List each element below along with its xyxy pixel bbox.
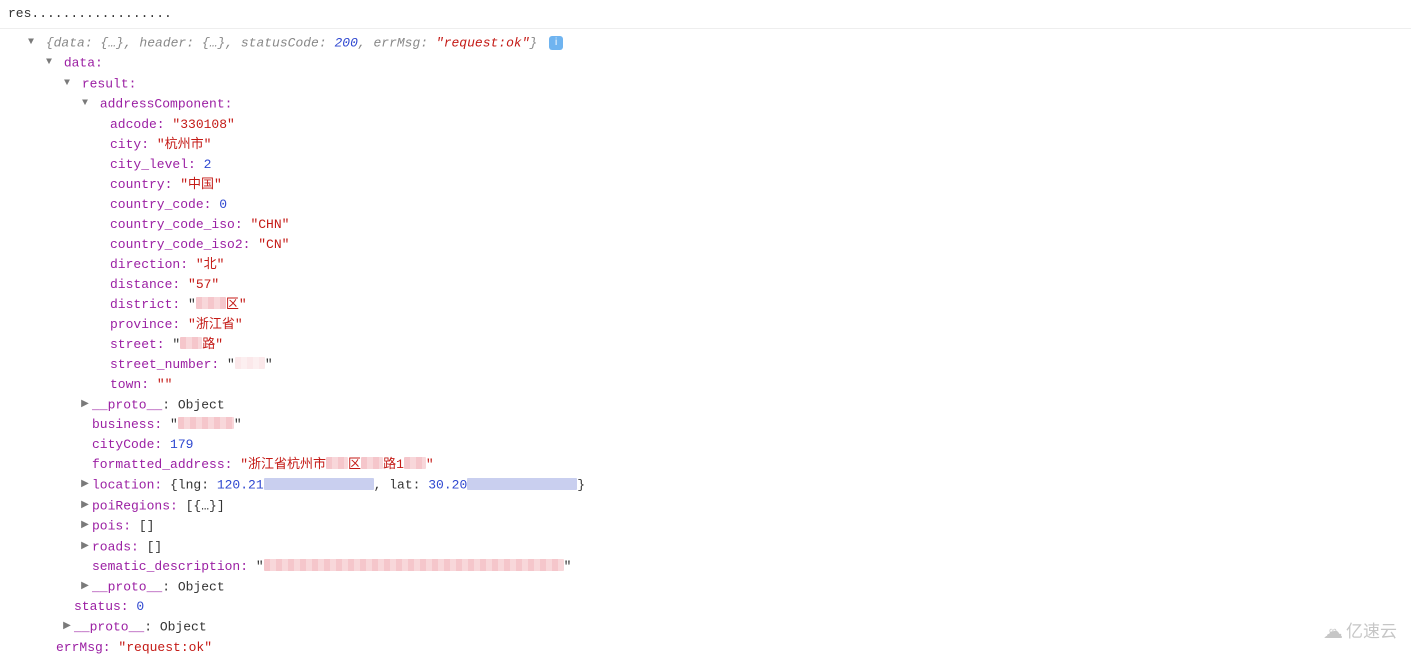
object-summary[interactable]: ▼ {data: {…}, header: {…}, statusCode: 2… (8, 33, 1403, 53)
prop-sematic: sematic_description: "" (8, 557, 1403, 577)
prop-country: country: "中国" (8, 175, 1403, 195)
prop-country-code: country_code: 0 (8, 195, 1403, 215)
chevron-right-icon[interactable]: ▶ (80, 475, 90, 495)
chevron-down-icon[interactable]: ▼ (44, 53, 54, 73)
prop-status: status: 0 (8, 597, 1403, 617)
chevron-right-icon[interactable]: ▶ (62, 617, 72, 637)
chevron-down-icon[interactable]: ▼ (62, 74, 72, 94)
prop-street: street: "路" (8, 335, 1403, 355)
redacted (264, 559, 564, 571)
prop-street-number: street_number: "" (8, 355, 1403, 375)
prop-town: town: "" (8, 375, 1403, 395)
prop-city-level: city_level: 2 (8, 155, 1403, 175)
prop-country-code-iso: country_code_iso: "CHN" (8, 215, 1403, 235)
redacted (361, 457, 383, 469)
prop-direction: direction: "北" (8, 255, 1403, 275)
prop-proto-result[interactable]: ▶__proto__: Object (8, 577, 1403, 597)
redacted (404, 457, 426, 469)
prop-adcode: adcode: "330108" (8, 115, 1403, 135)
prop-poiregions[interactable]: ▶poiRegions: [{…}] (8, 496, 1403, 516)
chevron-right-icon[interactable]: ▶ (80, 577, 90, 597)
prop-citycode: cityCode: 179 (8, 435, 1403, 455)
prop-roads[interactable]: ▶roads: [] (8, 537, 1403, 557)
chevron-right-icon[interactable]: ▶ (80, 496, 90, 516)
info-icon[interactable]: i (549, 36, 563, 50)
prop-proto[interactable]: ▶__proto__: Object (8, 395, 1403, 415)
prop-pois[interactable]: ▶pois: [] (8, 516, 1403, 536)
watermark: ☁ 亿速云 (1323, 622, 1397, 642)
prop-district: district: "区" (8, 295, 1403, 315)
chevron-down-icon[interactable]: ▼ (80, 94, 90, 114)
prop-city: city: "杭州市" (8, 135, 1403, 155)
divider (0, 28, 1411, 29)
cloud-icon: ☁ (1323, 622, 1343, 642)
prop-country-code-iso2: country_code_iso2: "CN" (8, 235, 1403, 255)
prop-result[interactable]: ▼ result: (8, 74, 1403, 94)
prop-province: province: "浙江省" (8, 315, 1403, 335)
chevron-right-icon[interactable]: ▶ (80, 537, 90, 557)
redacted (180, 337, 202, 349)
prop-formatted-address: formatted_address: "浙江省杭州市区路1" (8, 455, 1403, 475)
prop-errmsg: errMsg: "request:ok" (8, 638, 1403, 658)
chevron-right-icon[interactable]: ▶ (80, 516, 90, 536)
redacted (467, 478, 577, 490)
prop-location[interactable]: ▶location: {lng: 120.21, lat: 30.20} (8, 475, 1403, 495)
redacted (326, 457, 348, 469)
prop-distance: distance: "57" (8, 275, 1403, 295)
chevron-right-icon[interactable]: ▶ (80, 395, 90, 415)
prop-data[interactable]: ▼ data: (8, 53, 1403, 73)
prop-addresscomponent[interactable]: ▼ addressComponent: (8, 94, 1403, 114)
redacted (235, 357, 265, 369)
redacted (178, 417, 234, 429)
redacted (196, 297, 226, 309)
prop-business: business: "" (8, 415, 1403, 435)
chevron-down-icon[interactable]: ▼ (26, 33, 36, 53)
log-label: res.................. (8, 4, 1403, 24)
redacted (264, 478, 374, 490)
prop-proto-data[interactable]: ▶__proto__: Object (8, 617, 1403, 637)
